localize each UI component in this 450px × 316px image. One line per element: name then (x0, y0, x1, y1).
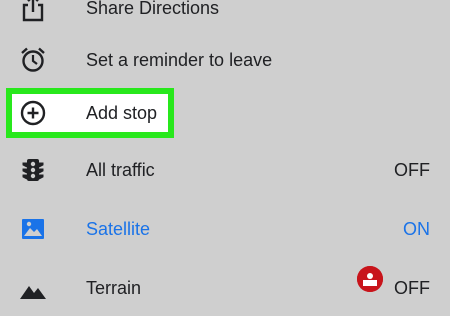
menu-item-label: All traffic (86, 160, 155, 180)
menu-item-label: Set a reminder to leave (86, 50, 273, 70)
menu-item-label: Terrain (86, 278, 142, 298)
menu-item-add-stop[interactable]: Add stop (0, 85, 450, 141)
menu-item-set-reminder[interactable]: Set a reminder to leave (0, 32, 450, 88)
toggle-state: OFF (394, 278, 430, 298)
menu-item-satellite[interactable]: Satellite ON (0, 201, 450, 257)
toggle-state: OFF (394, 160, 430, 180)
menu-item-label: Add stop (86, 103, 158, 123)
toggle-state: ON (403, 219, 430, 239)
options-menu: Share Directions Set a reminder to leave… (0, 0, 450, 300)
menu-item-label: Satellite (86, 219, 151, 239)
traffic-light-icon (18, 155, 48, 185)
share-icon (18, 0, 48, 23)
alarm-clock-icon (18, 45, 48, 75)
menu-item-share-directions[interactable]: Share Directions (0, 0, 450, 36)
menu-item-all-traffic[interactable]: All traffic OFF (0, 142, 450, 198)
menu-item-label: Share Directions (86, 0, 220, 18)
wikihow-badge-icon (357, 266, 383, 292)
terrain-icon (18, 273, 48, 303)
add-circle-icon (18, 98, 48, 128)
satellite-image-icon (18, 214, 48, 244)
